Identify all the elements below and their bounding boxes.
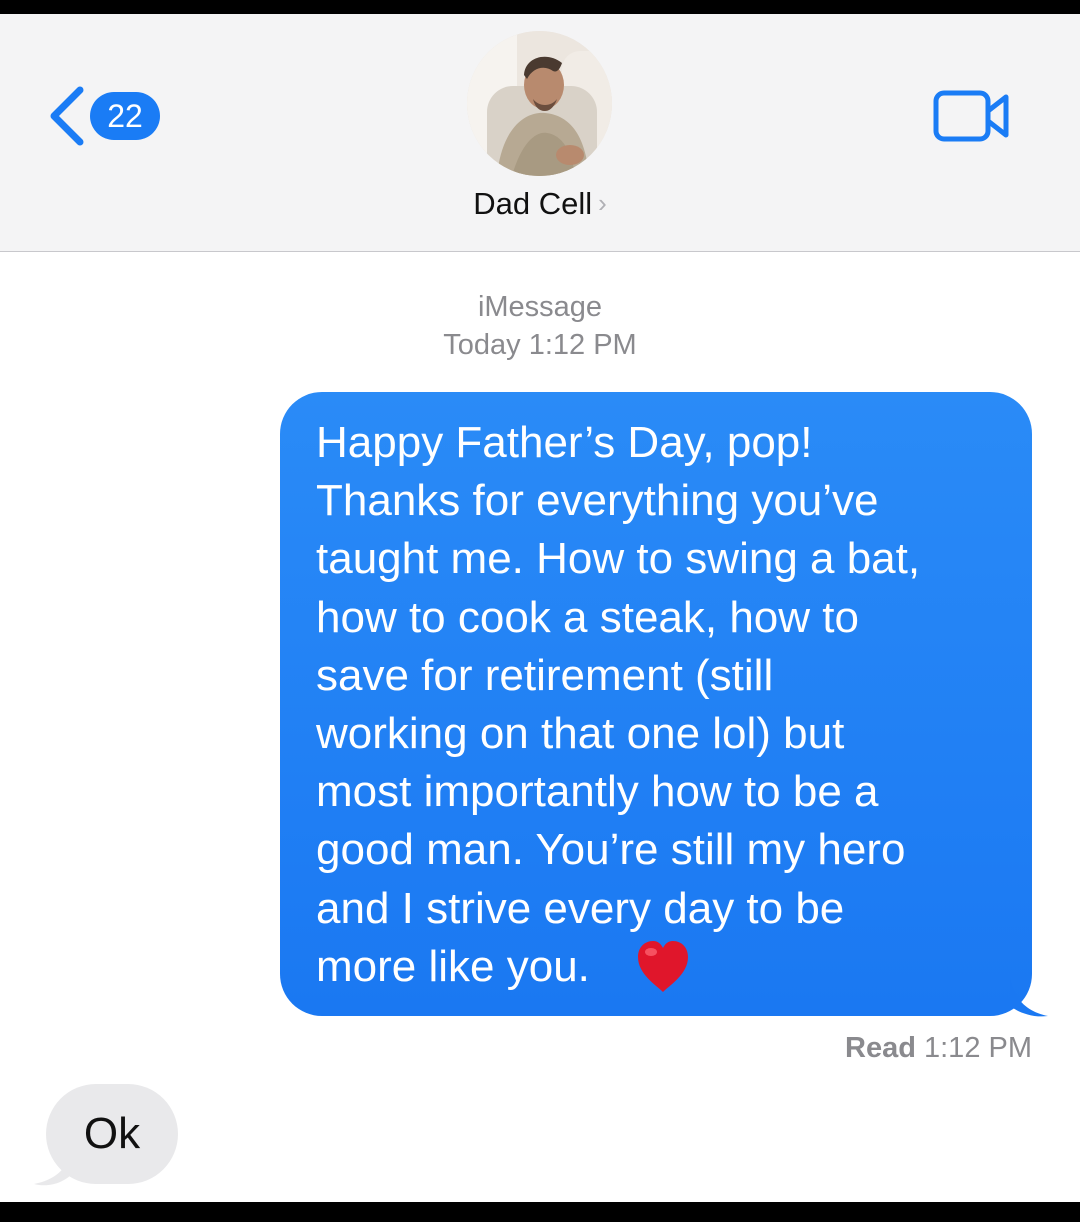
status-bar-edge [0, 0, 1080, 14]
unread-count-badge: 22 [90, 92, 160, 140]
conversation-timestamp: Today 1:12 PM [443, 329, 637, 361]
service-label: iMessage [477, 291, 603, 323]
contact-name-button[interactable]: Dad Cell › [0, 186, 1080, 222]
sent-bubble-tail [1010, 978, 1048, 1017]
contact-avatar[interactable] [467, 31, 612, 176]
facetime-video-button[interactable] [932, 89, 1012, 143]
contact-name: Dad Cell [473, 186, 593, 221]
back-button[interactable]: 22 [44, 84, 164, 148]
avatar-photo [467, 31, 612, 176]
read-receipt: Read 1:12 PM [845, 1032, 1032, 1065]
heart-icon [638, 941, 688, 992]
chevron-right-icon: › [598, 188, 607, 218]
conversation-header: 22 Dad Cell › [0, 14, 1080, 252]
bottom-edge [0, 1202, 1080, 1222]
read-time: 1:12 PM [924, 1032, 1032, 1064]
video-camera-icon [933, 90, 1009, 142]
sent-message-text: Happy Father’s Day, pop! Thanks for ever… [316, 418, 921, 991]
received-message-text: Ok [83, 1109, 141, 1158]
read-label: Read [845, 1032, 916, 1064]
chevron-left-icon [50, 86, 84, 146]
